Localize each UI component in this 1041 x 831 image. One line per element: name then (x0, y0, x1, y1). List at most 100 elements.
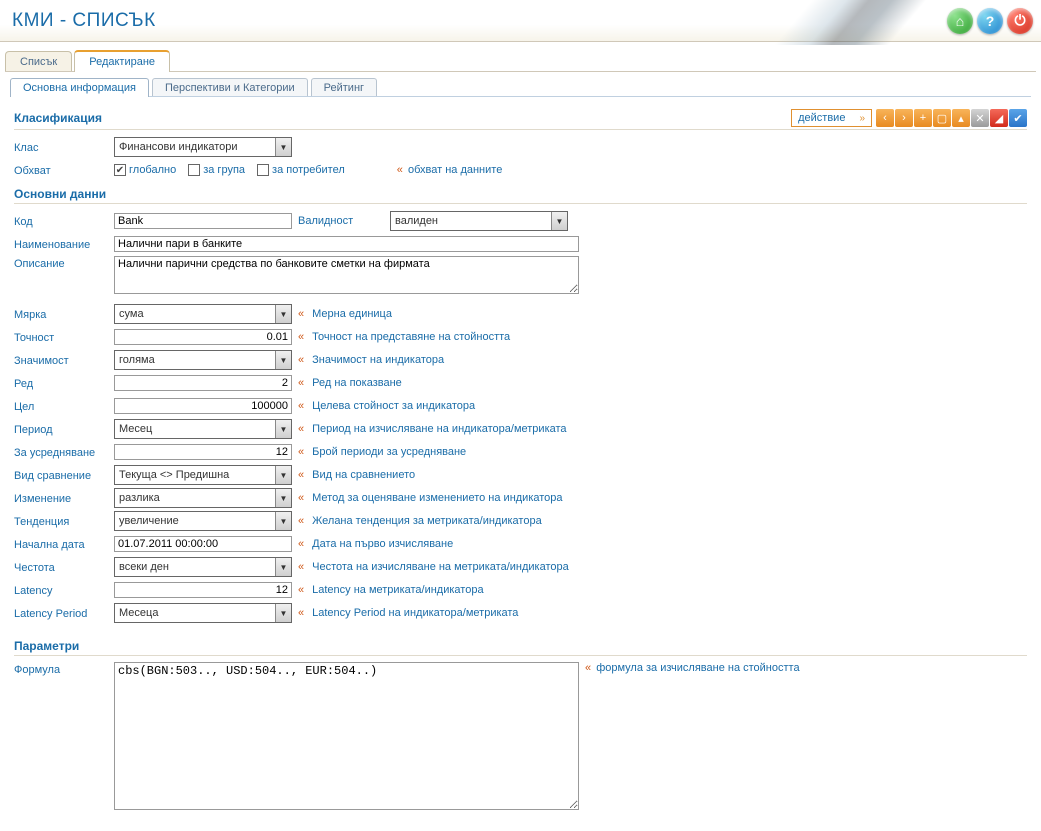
chevron-down-icon: ▼ (275, 489, 291, 507)
hint-prefix-icon: « (298, 446, 304, 458)
name-input[interactable] (114, 236, 579, 252)
trend-value: увеличение (119, 515, 179, 527)
frequency-select[interactable]: всеки ден ▼ (114, 557, 292, 577)
subtab-perspectives[interactable]: Перспективи и Категории (152, 78, 308, 96)
hint-averaging: Брой периоди за усредняване (312, 446, 466, 458)
change-select[interactable]: разлика ▼ (114, 488, 292, 508)
row-formula: Формула « формула за изчисляване на стой… (14, 662, 1027, 810)
chevron-down-icon: ▼ (275, 558, 291, 576)
label-period: Период (14, 422, 114, 436)
prev-icon[interactable]: ‹ (876, 109, 894, 127)
hint-latency: Latency на метриката/индикатора (312, 584, 483, 596)
row-importance: Значимост голяма ▼ « Значимост на индика… (14, 349, 1027, 371)
formula-textarea[interactable] (114, 662, 579, 810)
sub-tabs: Основна информация Перспективи и Категор… (10, 78, 1031, 97)
measure-select[interactable]: сума ▼ (114, 304, 292, 324)
importance-select[interactable]: голяма ▼ (114, 350, 292, 370)
row-code: Код Валидност валиден ▼ (14, 210, 1027, 232)
label-code: Код (14, 214, 114, 228)
hint-frequency: Честота на изчисляване на метриката/инди… (312, 561, 569, 573)
toolbar-icons: ‹ › + ▢ ▴ ✕ ◢ ✔ (876, 109, 1027, 127)
confirm-icon[interactable]: ✔ (1009, 109, 1027, 127)
precision-input[interactable] (114, 329, 292, 345)
period-value: Месец (119, 423, 152, 435)
label-formula: Формула (14, 662, 114, 676)
hint-period: Период на изчисляване на индикатора/метр… (312, 423, 566, 435)
row-trend: Тенденция увеличение ▼ « Желана тенденци… (14, 510, 1027, 532)
row-startdate: Начална дата « Дата на първо изчисляване (14, 533, 1027, 555)
hint-latencyperiod: Latency Period на индикатора/метриката (312, 607, 518, 619)
cancel-icon[interactable]: ✕ (971, 109, 989, 127)
save-icon[interactable]: ▢ (933, 109, 951, 127)
label-latency: Latency (14, 583, 114, 597)
delete-icon[interactable]: ◢ (990, 109, 1008, 127)
hint-prefix-icon: « (298, 492, 304, 504)
validity-select[interactable]: валиден ▼ (390, 211, 568, 231)
hint-prefix-icon: « (298, 584, 304, 596)
trend-select[interactable]: увеличение ▼ (114, 511, 292, 531)
header-decoration (734, 0, 947, 45)
label-latencyperiod: Latency Period (14, 606, 114, 620)
label-order: Ред (14, 376, 114, 390)
home-icon[interactable]: ⌂ (947, 8, 973, 34)
startdate-input[interactable] (114, 536, 292, 552)
row-measure: Мярка сума ▼ « Мерна единица (14, 303, 1027, 325)
period-select[interactable]: Месец ▼ (114, 419, 292, 439)
label-description: Описание (14, 256, 114, 270)
help-icon[interactable]: ? (977, 8, 1003, 34)
hint-prefix-icon: « (397, 164, 403, 176)
order-input[interactable] (114, 375, 292, 391)
class-select[interactable]: Финансови индикатори ▼ (114, 137, 292, 157)
label-frequency: Честота (14, 560, 114, 574)
label-averaging: За усредняване (14, 445, 114, 459)
tab-list[interactable]: Списък (5, 51, 72, 71)
averaging-input[interactable] (114, 444, 292, 460)
hint-prefix-icon: « (298, 400, 304, 412)
scope-user-label: за потребител (272, 164, 345, 176)
section-basicdata: Основни данни (14, 187, 1027, 204)
chevron-down-icon: ▼ (275, 138, 291, 156)
hint-prefix-icon: « (298, 308, 304, 320)
chevron-down-icon: ▼ (275, 305, 291, 323)
latencyperiod-select[interactable]: Месеца ▼ (114, 603, 292, 623)
hint-prefix-icon: « (298, 607, 304, 619)
section-classification: Класификация действие » ‹ › + ▢ ▴ ✕ ◢ ✔ (14, 109, 1027, 130)
hint-order: Ред на показване (312, 377, 402, 389)
row-order: Ред « Ред на показване (14, 372, 1027, 394)
chevron-down-icon: ▼ (275, 466, 291, 484)
hint-prefix-icon: « (298, 423, 304, 435)
header-bar: КМИ - СПИСЪК ⌂ ? ⏻ (0, 0, 1041, 42)
hint-scope: обхват на данните (408, 164, 502, 176)
description-textarea[interactable] (114, 256, 579, 294)
checkbox-global[interactable]: ✔ (114, 164, 126, 176)
checkbox-user[interactable] (257, 164, 269, 176)
next-icon[interactable]: › (895, 109, 913, 127)
chevron-down-icon: ▼ (275, 351, 291, 369)
hint-startdate: Дата на първо изчисляване (312, 538, 453, 550)
section-parameters: Параметри (14, 639, 1027, 656)
tab-edit[interactable]: Редактиране (74, 50, 170, 72)
add-icon[interactable]: + (914, 109, 932, 127)
action-dropdown[interactable]: действие » (791, 109, 872, 127)
row-precision: Точност « Точност на представяне на стой… (14, 326, 1027, 348)
hint-importance: Значимост на индикатора (312, 354, 444, 366)
subtab-basic[interactable]: Основна информация (10, 78, 149, 97)
comptype-value: Текуща <> Предишна (119, 469, 229, 481)
power-icon[interactable]: ⏻ (1007, 8, 1033, 34)
action-area: действие » ‹ › + ▢ ▴ ✕ ◢ ✔ (791, 109, 1027, 127)
row-comptype: Вид сравнение Текуща <> Предишна ▼ « Вид… (14, 464, 1027, 486)
measure-value: сума (119, 308, 144, 320)
label-comptype: Вид сравнение (14, 468, 114, 482)
frequency-value: всеки ден (119, 561, 169, 573)
main-tabs: Списък Редактиране (5, 50, 1036, 72)
subtab-rating[interactable]: Рейтинг (311, 78, 377, 96)
latency-input[interactable] (114, 582, 292, 598)
label-name: Наименование (14, 237, 114, 251)
target-input[interactable] (114, 398, 292, 414)
up-icon[interactable]: ▴ (952, 109, 970, 127)
comptype-select[interactable]: Текуща <> Предишна ▼ (114, 465, 292, 485)
content-area: Класификация действие » ‹ › + ▢ ▴ ✕ ◢ ✔ … (0, 97, 1041, 831)
hint-comptype: Вид на сравнението (312, 469, 415, 481)
code-input[interactable] (114, 213, 292, 229)
checkbox-group[interactable] (188, 164, 200, 176)
